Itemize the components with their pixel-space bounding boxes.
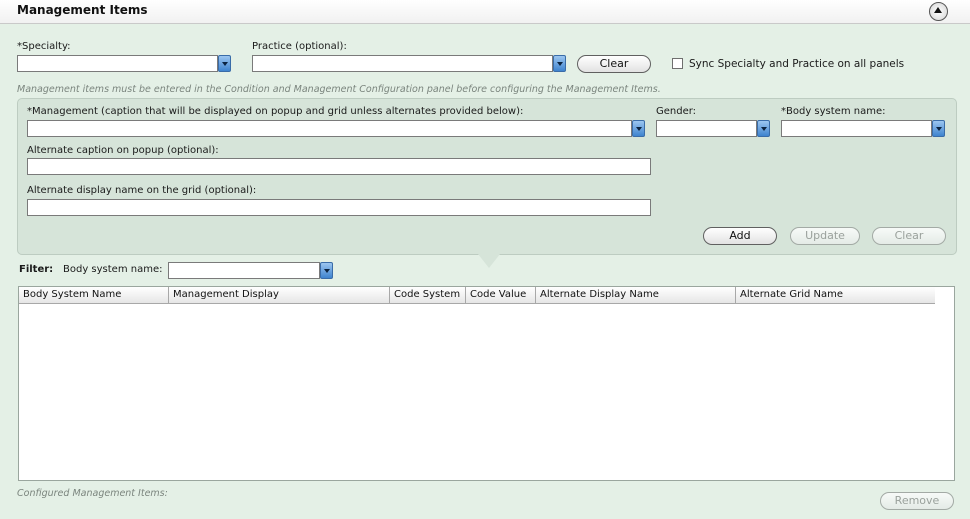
grid-header: Body System Name Management Display Code… (19, 287, 935, 304)
sync-checkbox[interactable] (672, 58, 683, 69)
column-header-code-value[interactable]: Code Value (466, 287, 536, 304)
entry-hint: Management items must be entered in the … (17, 84, 661, 95)
alt-display-input[interactable] (27, 199, 651, 216)
column-header-alt-display-name[interactable]: Alternate Display Name (536, 287, 736, 304)
column-header-body-system[interactable]: Body System Name (19, 287, 169, 304)
chevron-up-icon (934, 7, 942, 13)
gender-input[interactable] (657, 121, 742, 136)
column-header-alt-grid-name[interactable]: Alternate Grid Name (736, 287, 935, 304)
remove-button[interactable]: Remove (880, 492, 954, 510)
gender-label: Gender: (656, 106, 697, 117)
alt-display-label: Alternate display name on the grid (opti… (27, 185, 257, 196)
dropdown-arrow-icon[interactable] (218, 55, 231, 72)
form-clear-button[interactable]: Clear (872, 227, 946, 245)
configured-items-caption: Configured Management Items: (17, 488, 168, 499)
column-header-management-display[interactable]: Management Display (169, 287, 390, 304)
body-system-label: *Body system name: (781, 106, 886, 117)
filter-body-system-combo[interactable] (168, 262, 333, 279)
column-header-code-system[interactable]: Code System (390, 287, 466, 304)
sync-label: Sync Specialty and Practice on all panel… (689, 58, 905, 70)
dropdown-arrow-icon[interactable] (757, 120, 770, 137)
alt-caption-input[interactable] (27, 158, 651, 175)
top-clear-button[interactable]: Clear (577, 55, 651, 73)
gender-combo[interactable] (656, 120, 770, 137)
collapse-button[interactable] (929, 2, 948, 21)
body-system-input[interactable] (782, 121, 917, 136)
management-input[interactable] (28, 121, 617, 136)
panel-pointer (478, 254, 500, 268)
dropdown-arrow-icon[interactable] (553, 55, 566, 72)
filter-title: Filter: (19, 264, 54, 275)
practice-combo[interactable] (252, 55, 566, 72)
body-system-combo[interactable] (781, 120, 945, 137)
filter-body-system-input[interactable] (169, 263, 305, 278)
management-items-grid[interactable]: Body System Name Management Display Code… (18, 286, 955, 481)
dropdown-arrow-icon[interactable] (932, 120, 945, 137)
dropdown-arrow-icon[interactable] (320, 262, 333, 279)
practice-label: Practice (optional): (252, 41, 347, 52)
page-title: Management Items (17, 3, 148, 17)
specialty-label: *Specialty: (17, 41, 71, 52)
management-combo[interactable] (27, 120, 645, 137)
specialty-combo[interactable] (17, 55, 231, 72)
add-button[interactable]: Add (703, 227, 777, 245)
practice-input[interactable] (253, 56, 538, 71)
dropdown-arrow-icon[interactable] (632, 120, 645, 137)
specialty-input[interactable] (18, 56, 203, 71)
filter-body-system-label: Body system name: (63, 264, 163, 275)
management-label: *Management (caption that will be displa… (27, 106, 524, 117)
update-button[interactable]: Update (790, 227, 860, 245)
alt-caption-label: Alternate caption on popup (optional): (27, 145, 219, 156)
